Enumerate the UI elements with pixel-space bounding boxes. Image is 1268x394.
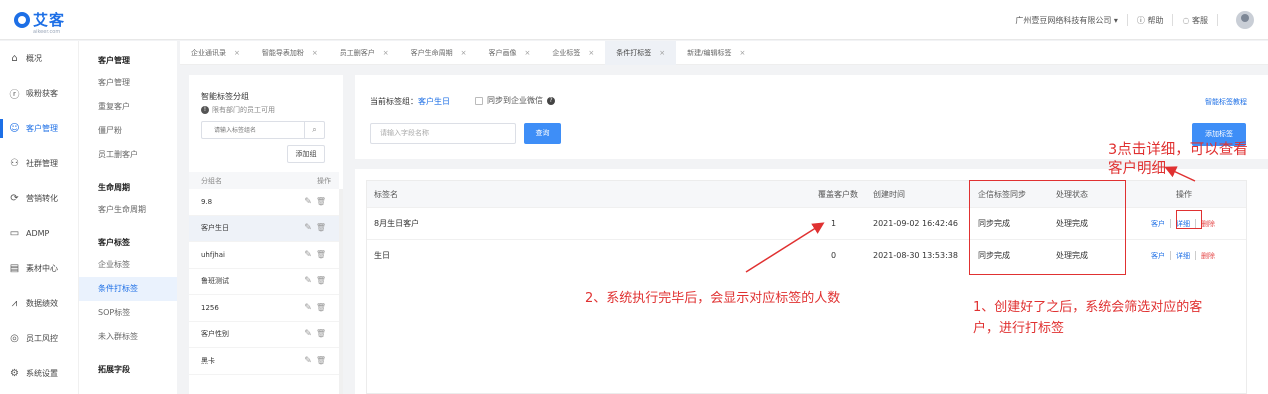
arrow-to-detail xyxy=(1164,166,1196,182)
arrow-to-count xyxy=(745,222,825,273)
annotation-arrows xyxy=(745,166,1196,273)
